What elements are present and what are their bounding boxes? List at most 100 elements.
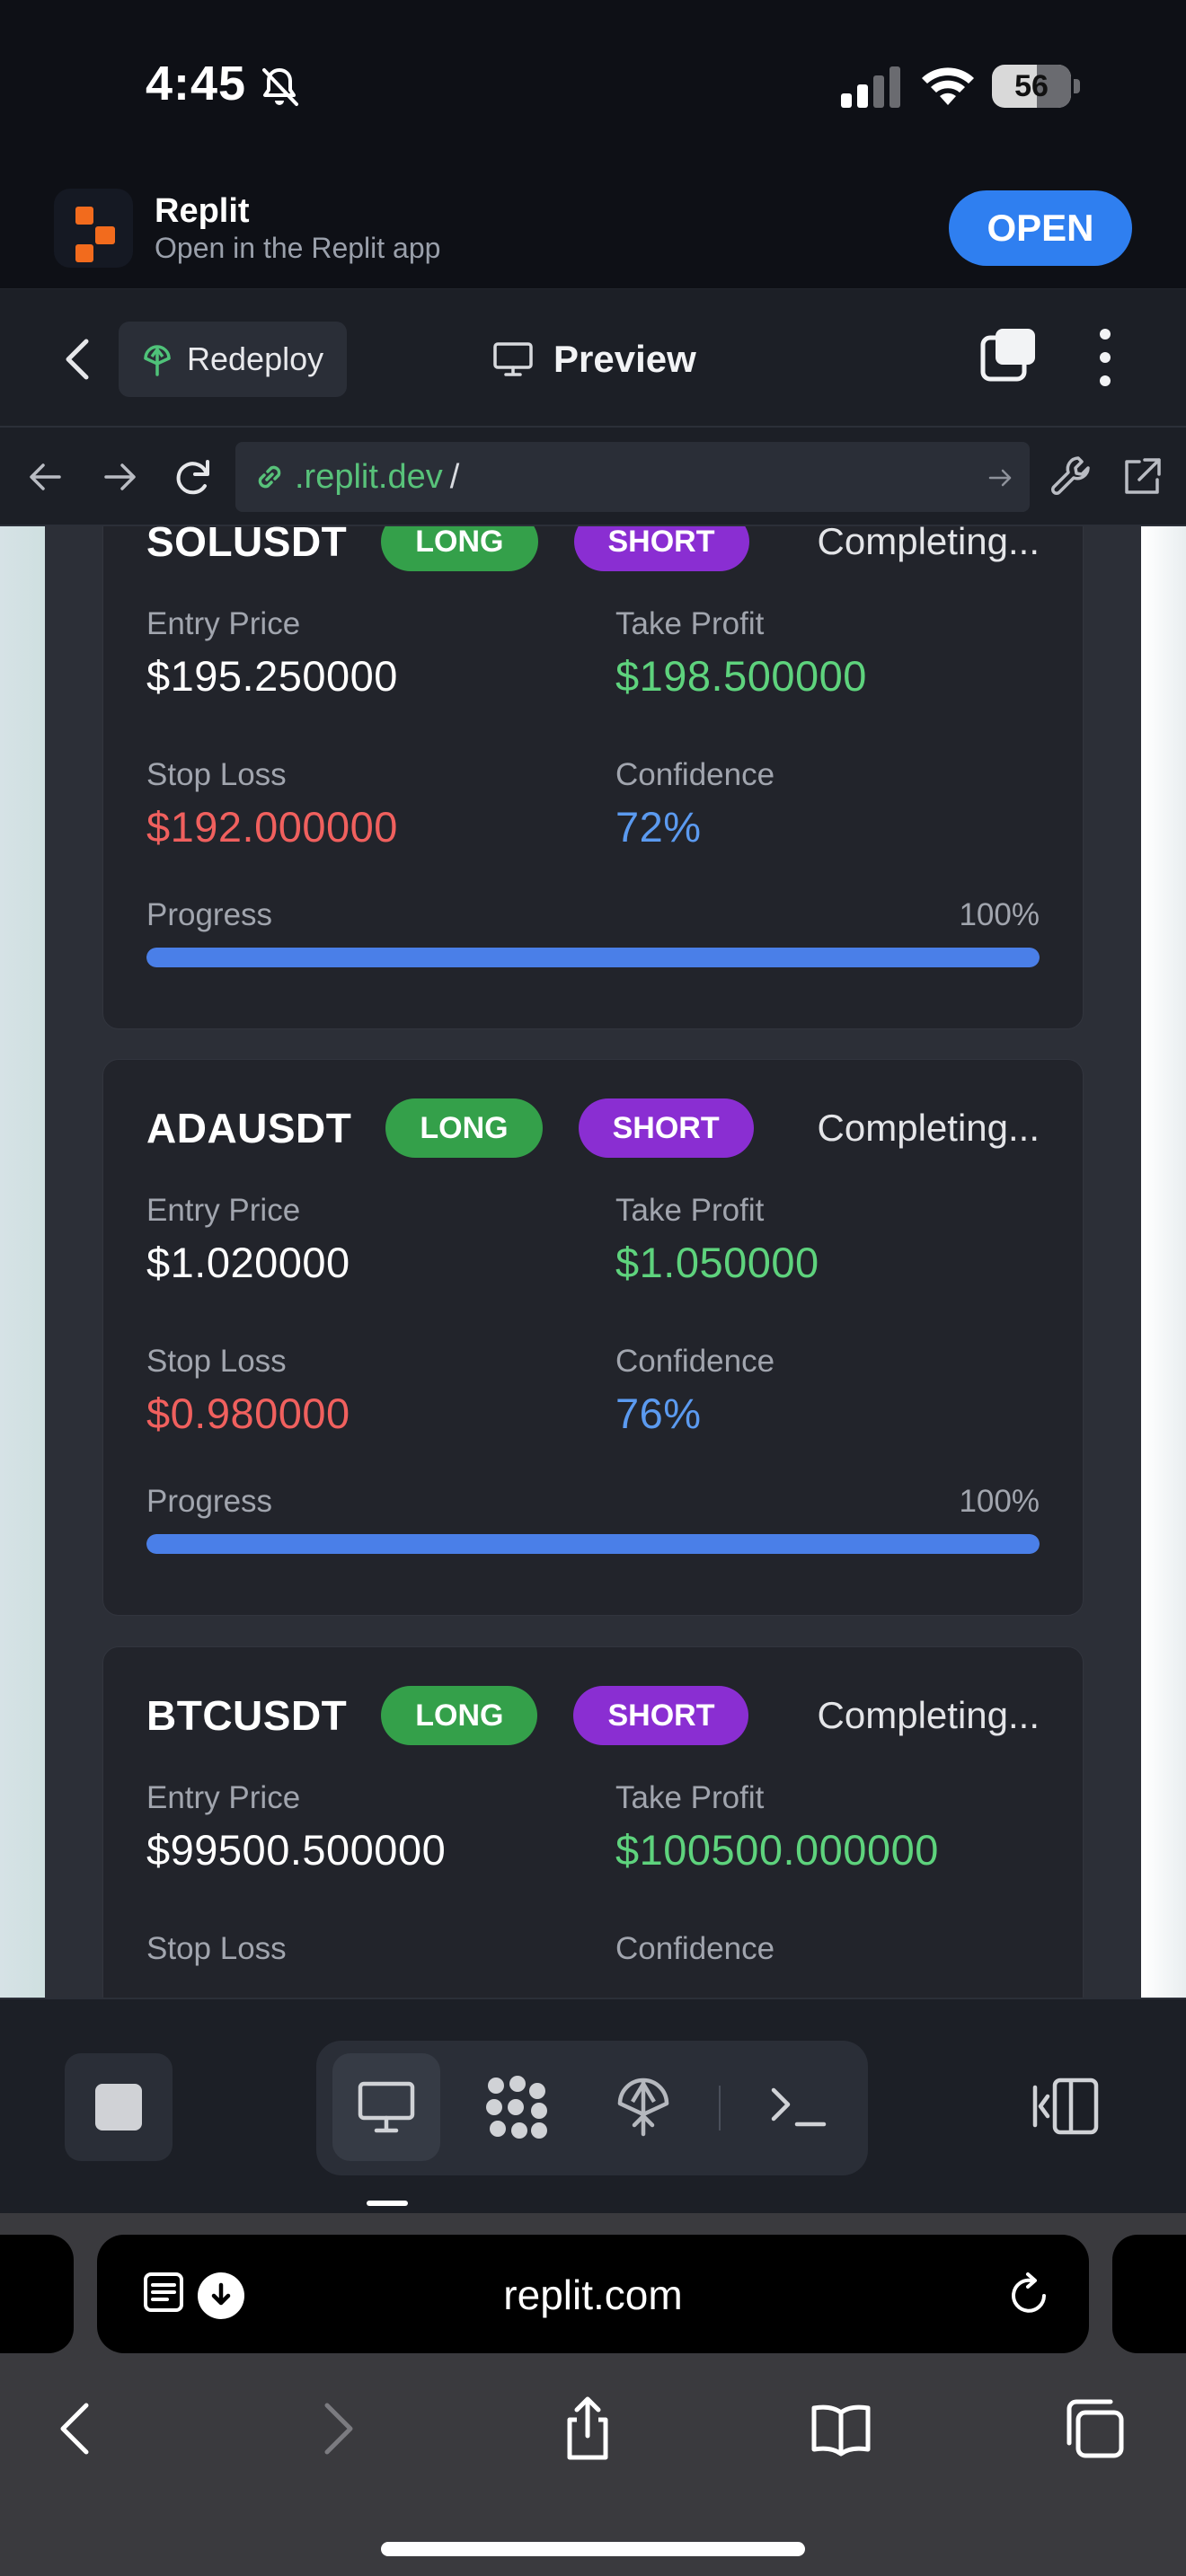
reload-icon[interactable] [171, 454, 216, 499]
take-profit-field: Take Profit $100500.000000 [615, 1780, 939, 1875]
signal-pair: ADAUSDT [146, 1105, 352, 1151]
stop-loss-label: Stop Loss [146, 757, 287, 792]
go-arrow-icon[interactable] [987, 463, 1015, 492]
short-badge: SHORT [573, 1686, 749, 1745]
share-icon[interactable] [555, 2396, 620, 2461]
progress-bar [146, 948, 1040, 967]
confidence-label: Confidence [615, 1931, 775, 1966]
divider [719, 2086, 721, 2130]
signal-pair: SOLUSDT [146, 526, 348, 565]
stop-loss-field: Stop Loss $0.980000 [146, 1344, 350, 1438]
replit-bottom-toolbar [0, 1998, 1186, 2213]
take-profit-label: Take Profit [615, 606, 765, 641]
progress-label: Progress [146, 1484, 273, 1519]
back-chevron-icon[interactable] [45, 2396, 110, 2461]
shell-button[interactable] [744, 2053, 852, 2161]
arrow-right-icon[interactable] [97, 454, 142, 499]
take-profit-label: Take Profit [615, 1780, 765, 1815]
confidence-field: Confidence [615, 1931, 774, 1967]
link-icon [258, 465, 281, 489]
more-vertical-icon[interactable] [1087, 325, 1123, 390]
stop-loss-label: Stop Loss [146, 1344, 287, 1379]
stop-button[interactable] [65, 2053, 173, 2161]
wrench-icon[interactable] [1048, 453, 1096, 501]
battery-icon: 56 [992, 65, 1080, 108]
bookmarks-icon[interactable] [809, 2396, 873, 2461]
signal-status: Completing... [817, 1694, 1040, 1736]
wifi-icon [922, 67, 974, 105]
desktop-icon [358, 2081, 415, 2133]
progress-bar [146, 1534, 1040, 1554]
confidence-field: Confidence 72% [615, 757, 774, 851]
signal-status: Completing... [817, 526, 1040, 562]
signal-pair: BTCUSDT [146, 1692, 348, 1739]
confidence-value: 72% [615, 803, 702, 851]
desktop-view-button[interactable] [332, 2053, 440, 2161]
replit-logo-icon [54, 189, 133, 268]
entry-price-value: $99500.500000 [146, 1826, 447, 1874]
take-profit-field: Take Profit $1.050000 [615, 1193, 819, 1287]
previous-tab-peek[interactable] [0, 2235, 74, 2353]
safari-address-text: replit.com [503, 2272, 683, 2318]
confidence-label: Confidence [615, 1344, 775, 1379]
confidence-field: Confidence 76% [615, 1344, 774, 1438]
signal-card-header: SOLUSDT LONG SHORT Completing... [146, 526, 1040, 574]
url-input[interactable]: .replit.dev / [235, 442, 1030, 512]
cellular-signal-icon [841, 66, 900, 108]
grid-dots-icon [486, 2076, 547, 2139]
entry-price-field: Entry Price $1.020000 [146, 1193, 350, 1287]
progress-fill [146, 948, 1040, 967]
battery-level: 56 [1014, 68, 1049, 103]
confidence-label: Confidence [615, 757, 775, 792]
signal-status: Completing... [817, 1107, 1040, 1149]
entry-price-field: Entry Price $99500.500000 [146, 1780, 446, 1875]
progress-percent: 100% [959, 897, 1040, 932]
stop-loss-field: Stop Loss $192.000000 [146, 757, 398, 851]
preview-tab[interactable]: Preview [492, 327, 696, 392]
redeploy-label: Redeploy [187, 340, 324, 377]
back-chevron-icon[interactable] [56, 334, 101, 384]
signals-panel: SOLUSDT LONG SHORT Completing... Entry P… [45, 526, 1141, 1998]
monitor-icon [493, 342, 533, 376]
deployments-button[interactable] [589, 2053, 697, 2161]
url-host: .replit.dev [295, 457, 443, 496]
open-app-button[interactable]: OPEN [949, 190, 1132, 266]
stop-loss-field: Stop Loss [146, 1931, 287, 1967]
status-bar: 4:45 56 [0, 0, 1186, 176]
short-badge: SHORT [573, 526, 749, 571]
confidence-value: 76% [615, 1389, 702, 1437]
split-view-icon[interactable] [1031, 2075, 1100, 2138]
next-tab-peek[interactable] [1112, 2235, 1186, 2353]
redeploy-button[interactable]: Redeploy [119, 322, 347, 397]
tabs-overview-icon[interactable] [1062, 2396, 1127, 2461]
progress-percent: 100% [959, 1484, 1040, 1519]
forward-chevron-icon[interactable] [304, 2396, 368, 2461]
web-viewport[interactable]: SOLUSDT LONG SHORT Completing... Entry P… [0, 526, 1186, 1998]
signal-card: BTCUSDT LONG SHORT Completing... Entry P… [102, 1646, 1084, 1998]
stop-loss-label: Stop Loss [146, 1931, 287, 1966]
take-profit-value: $100500.000000 [615, 1826, 939, 1874]
entry-price-label: Entry Price [146, 606, 301, 641]
stop-loss-value: $0.980000 [146, 1389, 350, 1437]
long-badge: LONG [381, 1686, 538, 1745]
deploy-icon [144, 345, 171, 376]
reload-icon[interactable] [1005, 2271, 1053, 2319]
long-badge: LONG [385, 1098, 543, 1158]
safari-toolbar: replit.com [0, 2213, 1186, 2576]
entry-price-field: Entry Price $195.250000 [146, 606, 398, 701]
home-indicator [381, 2542, 805, 2556]
arrow-left-icon[interactable] [23, 454, 68, 499]
workspace-button[interactable] [464, 2053, 571, 2161]
long-badge: LONG [381, 526, 538, 571]
terminal-icon [771, 2087, 827, 2127]
safari-address-bar[interactable]: replit.com [97, 2235, 1089, 2353]
take-profit-value: $1.050000 [615, 1239, 819, 1286]
tabs-icon[interactable] [979, 325, 1039, 384]
take-profit-value: $198.500000 [615, 652, 867, 700]
progress-label: Progress [146, 897, 273, 932]
external-link-icon[interactable] [1118, 453, 1166, 501]
app-banner: Replit Open in the Replit app OPEN [0, 176, 1186, 289]
drag-handle[interactable] [367, 2201, 408, 2206]
deployments-icon [617, 2078, 669, 2137]
view-switcher [316, 2041, 868, 2175]
